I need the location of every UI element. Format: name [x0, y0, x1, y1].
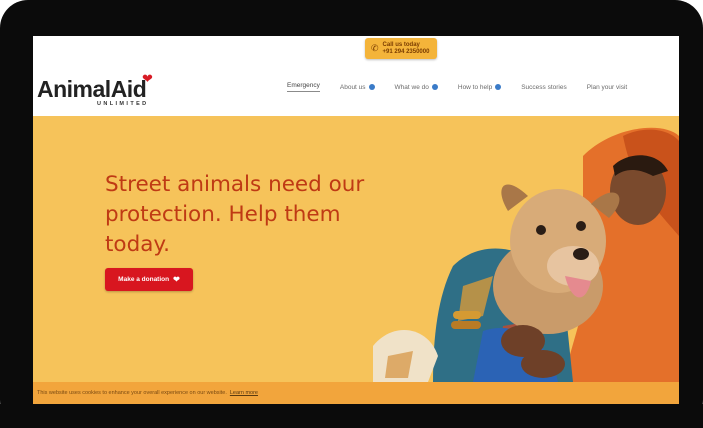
- phone-badge-text: Call us today +91 294 2350000: [383, 42, 430, 56]
- nav-item-emergency[interactable]: Emergency: [287, 82, 320, 92]
- logo-word-aid: Aid: [110, 76, 147, 102]
- nav-item-what-we-do[interactable]: What we do: [395, 84, 438, 91]
- site-logo[interactable]: AnimalAid ❤ UNLIMITED: [37, 71, 177, 112]
- cookie-notice-text: This website uses cookies to enhance you…: [37, 390, 227, 396]
- phone-icon: ✆: [371, 43, 379, 53]
- logo-wordmark: AnimalAid: [37, 76, 147, 102]
- nav-item-plan-visit[interactable]: Plan your visit: [587, 84, 627, 91]
- logo-word-animal: Animal: [37, 76, 111, 102]
- nav-item-how-to-help[interactable]: How to help: [457, 83, 502, 91]
- nav-item-label: How to help: [457, 83, 493, 91]
- nav-item-label: What we do: [394, 83, 429, 91]
- nav-item-label: Emergency: [287, 82, 320, 89]
- browser-viewport: ✆ Call us today +91 294 2350000 AnimalAi…: [33, 36, 679, 404]
- phone-badge-line1: Call us today: [382, 41, 420, 48]
- chevron-down-icon: [368, 84, 375, 90]
- heart-icon: ❤: [173, 275, 180, 284]
- chevron-down-icon: [431, 84, 438, 90]
- chevron-down-icon: [495, 84, 502, 90]
- nav-item-about[interactable]: About us: [340, 84, 375, 91]
- nav-item-success-stories[interactable]: Success stories: [521, 84, 567, 91]
- cookie-notice-bar: This website uses cookies to enhance you…: [33, 382, 679, 404]
- site-header: ✆ Call us today +91 294 2350000 AnimalAi…: [33, 36, 679, 116]
- hero-photo-woman-with-dog: [373, 127, 679, 382]
- nav-item-label: Success stories: [521, 83, 567, 91]
- logo-subtitle: UNLIMITED: [97, 101, 149, 107]
- phone-call-badge[interactable]: ✆ Call us today +91 294 2350000: [365, 38, 437, 59]
- donate-button-label: Make a donation: [118, 276, 170, 283]
- phone-badge-line2: +91 294 2350000: [382, 48, 430, 55]
- nav-item-label: About us: [339, 83, 366, 91]
- main-nav: Emergency About us What we do How to hel…: [287, 80, 647, 94]
- heart-icon: ❤: [142, 71, 153, 86]
- cookie-learn-more-link[interactable]: Learn more: [230, 390, 258, 396]
- nav-item-label: Plan your visit: [586, 83, 628, 91]
- donate-button[interactable]: Make a donation ❤: [105, 268, 193, 291]
- device-bottom-bezel: [0, 404, 703, 428]
- hero-banner: Street animals need our protection. Help…: [33, 116, 679, 382]
